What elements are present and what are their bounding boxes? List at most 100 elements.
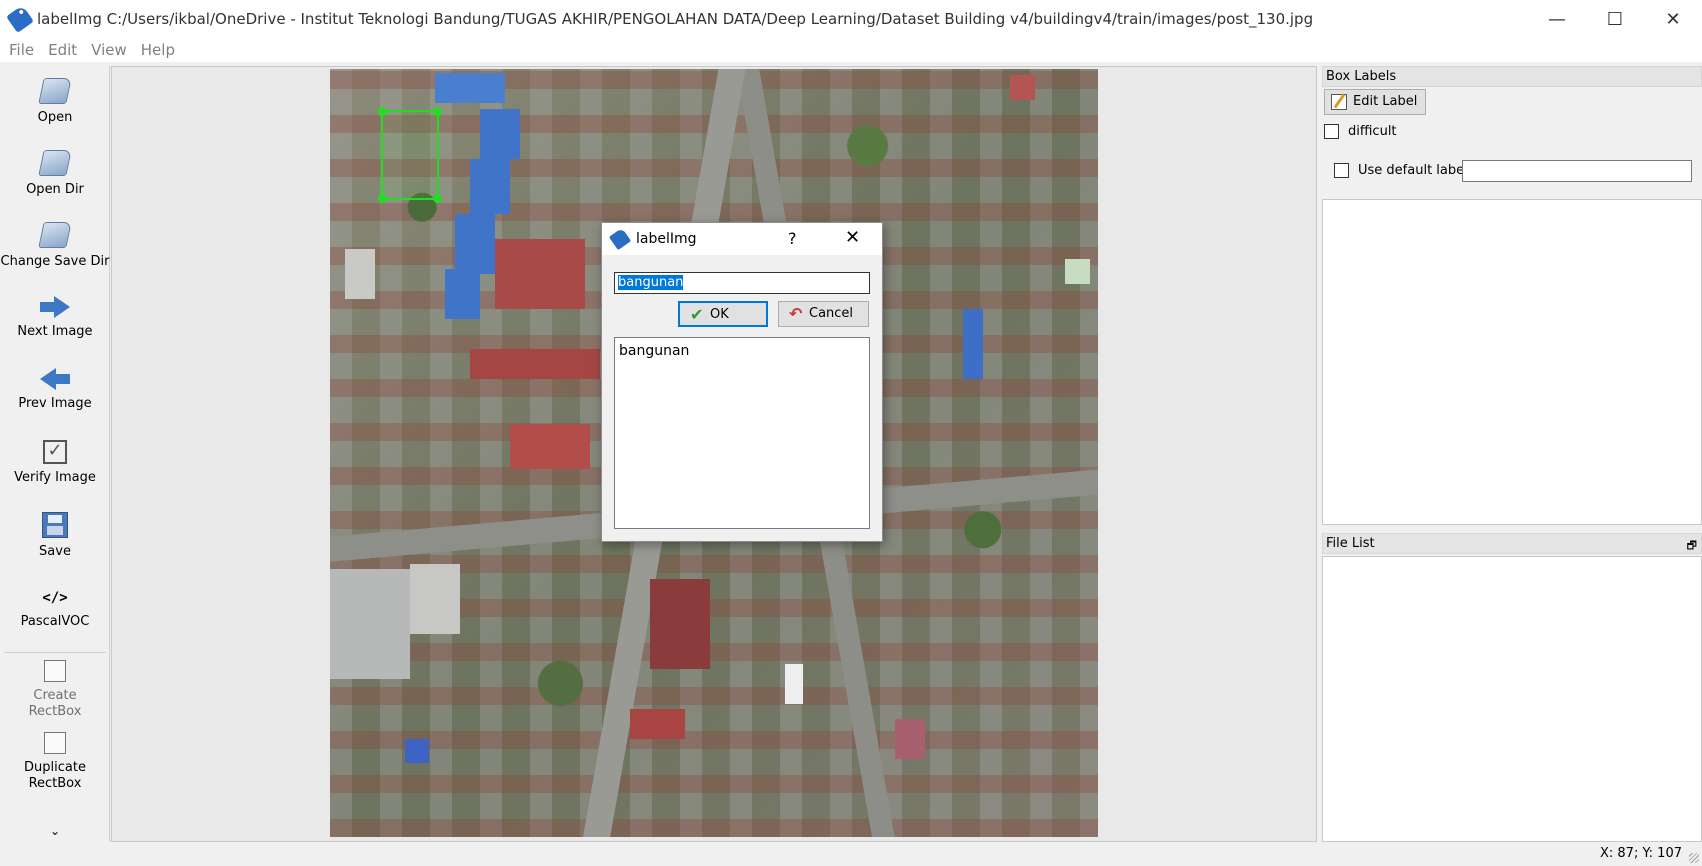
format-button[interactable]: </> PascalVOC: [0, 588, 110, 630]
toolbar-separator: [4, 652, 106, 653]
menu-edit[interactable]: Edit: [41, 41, 84, 59]
roof: [630, 709, 685, 739]
create-rectbox-label: Create RectBox: [28, 688, 82, 719]
float-icon[interactable]: 🗗: [1687, 536, 1697, 555]
default-label-input[interactable]: [1462, 160, 1692, 182]
menu-bar: File Edit View Help: [0, 38, 1702, 62]
menu-view[interactable]: View: [84, 41, 134, 59]
bbox-corner-handle[interactable]: [433, 194, 442, 203]
open-button[interactable]: Open: [0, 78, 110, 126]
right-dock: Box Labels Edit Label difficult Use defa…: [1322, 66, 1702, 842]
roof: [455, 214, 495, 274]
roof: [480, 109, 520, 159]
list-item[interactable]: bangunan: [615, 338, 869, 364]
labelimg-tag-icon: [608, 227, 632, 251]
bbox-corner-handle[interactable]: [433, 107, 442, 116]
undo-icon: ↶: [789, 304, 803, 323]
file-list[interactable]: [1322, 556, 1702, 842]
cancel-label: Cancel: [809, 306, 854, 321]
menu-help[interactable]: Help: [134, 41, 182, 59]
labelimg-tag-icon: [6, 5, 34, 33]
folder-open-icon: [38, 222, 72, 248]
folder-open-icon: [38, 150, 72, 176]
roof: [495, 239, 585, 309]
roof: [330, 569, 410, 679]
create-rectbox-button[interactable]: Create RectBox: [0, 660, 110, 720]
file-list-title-text: File List: [1326, 536, 1375, 551]
roof: [1010, 75, 1035, 100]
save-label: Save: [39, 544, 71, 559]
edit-label-button[interactable]: Edit Label: [1324, 89, 1427, 115]
use-default-label-row[interactable]: Use default label: [1334, 163, 1468, 178]
edit-icon: [1331, 94, 1347, 110]
label-history-list[interactable]: bangunan: [614, 337, 870, 529]
file-list-title: File List 🗗: [1322, 533, 1702, 554]
roof: [470, 349, 600, 379]
arrow-left-icon: [40, 368, 70, 390]
box-labels-title: Box Labels: [1322, 66, 1702, 87]
window-title: labelImg C:/Users/ikbal/OneDrive - Insti…: [37, 10, 1314, 28]
bbox-corner-handle[interactable]: [378, 107, 387, 116]
change-save-dir-button[interactable]: Change Save Dir: [0, 222, 110, 270]
box-labels-title-text: Box Labels: [1326, 69, 1397, 84]
minimize-button[interactable]: —: [1528, 0, 1586, 38]
roof: [650, 579, 710, 669]
check-icon: ✔: [690, 305, 704, 324]
open-dir-label: Open Dir: [26, 182, 84, 197]
roof: [895, 719, 925, 759]
verify-image-label: Verify Image: [14, 470, 96, 485]
change-save-dir-label: Change Save Dir: [0, 254, 110, 269]
roof: [510, 424, 590, 469]
roof: [1065, 259, 1090, 284]
checkbox-icon: ✓: [43, 440, 67, 464]
roof: [405, 739, 429, 763]
difficult-checkbox[interactable]: [1324, 124, 1339, 139]
roof: [345, 249, 375, 299]
roof: [445, 269, 480, 319]
dialog-title-bar: labelImg ? ✕: [602, 223, 882, 255]
next-image-button[interactable]: Next Image: [0, 296, 110, 340]
format-label: PascalVOC: [20, 614, 90, 629]
prev-image-button[interactable]: Prev Image: [0, 368, 110, 412]
chevron-down-icon[interactable]: ⌄: [0, 824, 110, 838]
ok-label: OK: [710, 307, 729, 322]
open-dir-button[interactable]: Open Dir: [0, 150, 110, 198]
folder-open-icon: [38, 78, 72, 104]
label-input[interactable]: bangunan: [614, 272, 870, 294]
bbox-corner-handle[interactable]: [378, 194, 387, 203]
dialog-close-button[interactable]: ✕: [845, 227, 860, 248]
difficult-checkbox-row[interactable]: difficult: [1324, 124, 1397, 139]
arrow-right-icon: [40, 296, 70, 318]
menu-file[interactable]: File: [2, 41, 41, 59]
prev-image-label: Prev Image: [18, 396, 92, 411]
label-dialog: labelImg ? ✕ bangunan ✔ OK ↶ Cancel bang…: [601, 222, 883, 542]
dialog-title: labelImg: [636, 231, 697, 247]
bounding-box[interactable]: [378, 107, 442, 203]
maximize-button[interactable]: ☐: [1586, 0, 1644, 38]
help-button[interactable]: ?: [788, 229, 797, 248]
difficult-label: difficult: [1348, 124, 1397, 139]
close-button[interactable]: ✕: [1644, 0, 1702, 38]
label-input-text: bangunan: [618, 275, 684, 290]
next-image-label: Next Image: [17, 324, 93, 339]
roof: [785, 664, 803, 704]
edit-label-text: Edit Label: [1353, 94, 1418, 109]
rectbox-icon: [44, 660, 66, 682]
cancel-button[interactable]: ↶ Cancel: [778, 301, 869, 327]
toolbar: Open Open Dir Change Save Dir Next Image…: [0, 66, 110, 842]
roof: [410, 564, 460, 634]
ok-button[interactable]: ✔ OK: [678, 301, 768, 327]
code-icon: </>: [42, 590, 68, 606]
title-bar: labelImg C:/Users/ikbal/OneDrive - Insti…: [0, 0, 1702, 38]
save-button[interactable]: Save: [0, 512, 110, 560]
verify-image-button[interactable]: ✓ Verify Image: [0, 440, 110, 486]
duplicate-icon: [44, 732, 66, 754]
duplicate-rectbox-button[interactable]: Duplicate RectBox: [0, 732, 110, 792]
label-list[interactable]: [1322, 199, 1702, 525]
roof: [470, 159, 510, 214]
use-default-label-checkbox[interactable]: [1334, 163, 1349, 178]
window-controls: — ☐ ✕: [1528, 0, 1702, 38]
floppy-icon: [42, 512, 68, 538]
use-default-label-text: Use default label: [1358, 163, 1468, 178]
resize-grip-icon[interactable]: [1689, 853, 1699, 863]
